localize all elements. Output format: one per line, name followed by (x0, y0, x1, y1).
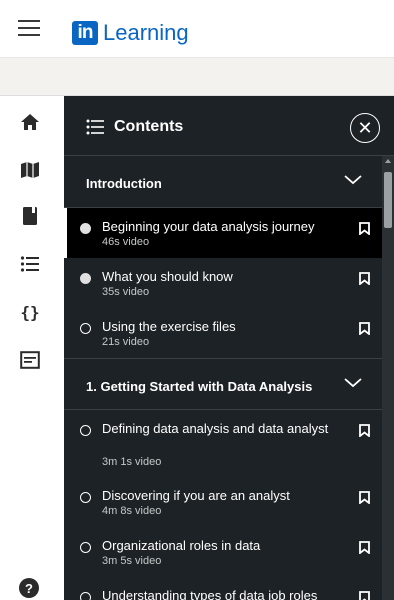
unviewed-status-icon (80, 425, 91, 436)
help-icon[interactable]: ? (19, 578, 39, 598)
code-icon[interactable]: {} (18, 300, 42, 324)
bookmark-icon[interactable] (359, 541, 370, 554)
logo-text: Learning (103, 20, 189, 45)
bookmark-icon[interactable] (359, 322, 370, 335)
transcript-icon[interactable] (18, 348, 42, 372)
bookmark-icon[interactable] (359, 491, 370, 504)
item-duration: 3m 5s video (102, 555, 162, 567)
bookmark-icon[interactable] (359, 591, 370, 600)
item-title: Defining data analysis and data analyst (102, 421, 329, 436)
item-title: Understanding types of data job roles (102, 588, 318, 600)
chevron-down-icon (344, 175, 362, 185)
chevron-down-icon (344, 378, 362, 388)
contents-title: Contents (114, 118, 184, 135)
item-duration: 4m 8s video (102, 505, 162, 517)
linkedin-learning-logo[interactable]: in Learning (72, 20, 189, 46)
list-item[interactable]: Organizational roles in data 3m 5s video (64, 527, 382, 577)
unviewed-status-icon (80, 323, 91, 334)
contents-list-icon (86, 119, 104, 135)
unviewed-status-icon (80, 542, 91, 553)
section-header-introduction[interactable]: Introduction (64, 156, 382, 208)
section-header-getting-started[interactable]: 1. Getting Started with Data Analysis (64, 358, 382, 410)
item-duration: 3m 1s video (102, 456, 162, 468)
bookmark-icon[interactable] (359, 222, 370, 235)
section-title: Introduction (86, 176, 162, 191)
notebook-icon[interactable] (18, 204, 42, 228)
viewed-status-icon (80, 223, 91, 234)
list-item[interactable]: Defining data analysis and data analyst … (64, 410, 382, 477)
list-item[interactable]: Understanding types of data job roles (64, 577, 382, 600)
close-button[interactable]: ✕ (350, 113, 380, 143)
bookmark-icon[interactable] (359, 424, 370, 437)
viewed-status-icon (80, 273, 91, 284)
item-title: Beginning your data analysis journey (102, 219, 315, 234)
item-title: Using the exercise files (102, 319, 236, 334)
map-icon[interactable] (18, 158, 42, 182)
top-bar: in Learning (0, 0, 394, 58)
hamburger-menu-icon[interactable] (18, 20, 40, 36)
item-duration: 35s video (102, 286, 150, 298)
contents-header: Contents ✕ (64, 96, 394, 156)
list-item[interactable]: Beginning your data analysis journey 46s… (64, 208, 382, 258)
list-item[interactable]: Using the exercise files 21s video (64, 308, 382, 358)
contents-panel: Contents ✕ Introduction Beginning your d… (64, 96, 394, 600)
unviewed-status-icon (80, 492, 91, 503)
scrollbar-thumb[interactable] (384, 172, 392, 228)
home-icon[interactable] (18, 110, 42, 134)
item-duration: 21s video (102, 336, 150, 348)
list-icon[interactable] (18, 252, 42, 276)
item-title: Discovering if you are an analyst (102, 488, 290, 503)
scroll-up-icon[interactable] (385, 159, 391, 163)
list-item[interactable]: Discovering if you are an analyst 4m 8s … (64, 477, 382, 527)
item-duration: 46s video (102, 236, 150, 248)
contents-list[interactable]: Introduction Beginning your data analysi… (64, 156, 382, 600)
unviewed-status-icon (80, 592, 91, 600)
left-navigation: {} (0, 96, 64, 600)
item-title: What you should know (102, 269, 233, 284)
scrollbar[interactable] (382, 156, 394, 600)
item-title: Organizational roles in data (102, 538, 261, 553)
list-item[interactable]: What you should know 35s video (64, 258, 382, 308)
bookmark-icon[interactable] (359, 272, 370, 285)
linkedin-logo-mark: in (72, 21, 98, 45)
close-icon: ✕ (357, 117, 373, 138)
sub-header-bar (0, 58, 394, 96)
section-title: 1. Getting Started with Data Analysis (86, 379, 313, 394)
